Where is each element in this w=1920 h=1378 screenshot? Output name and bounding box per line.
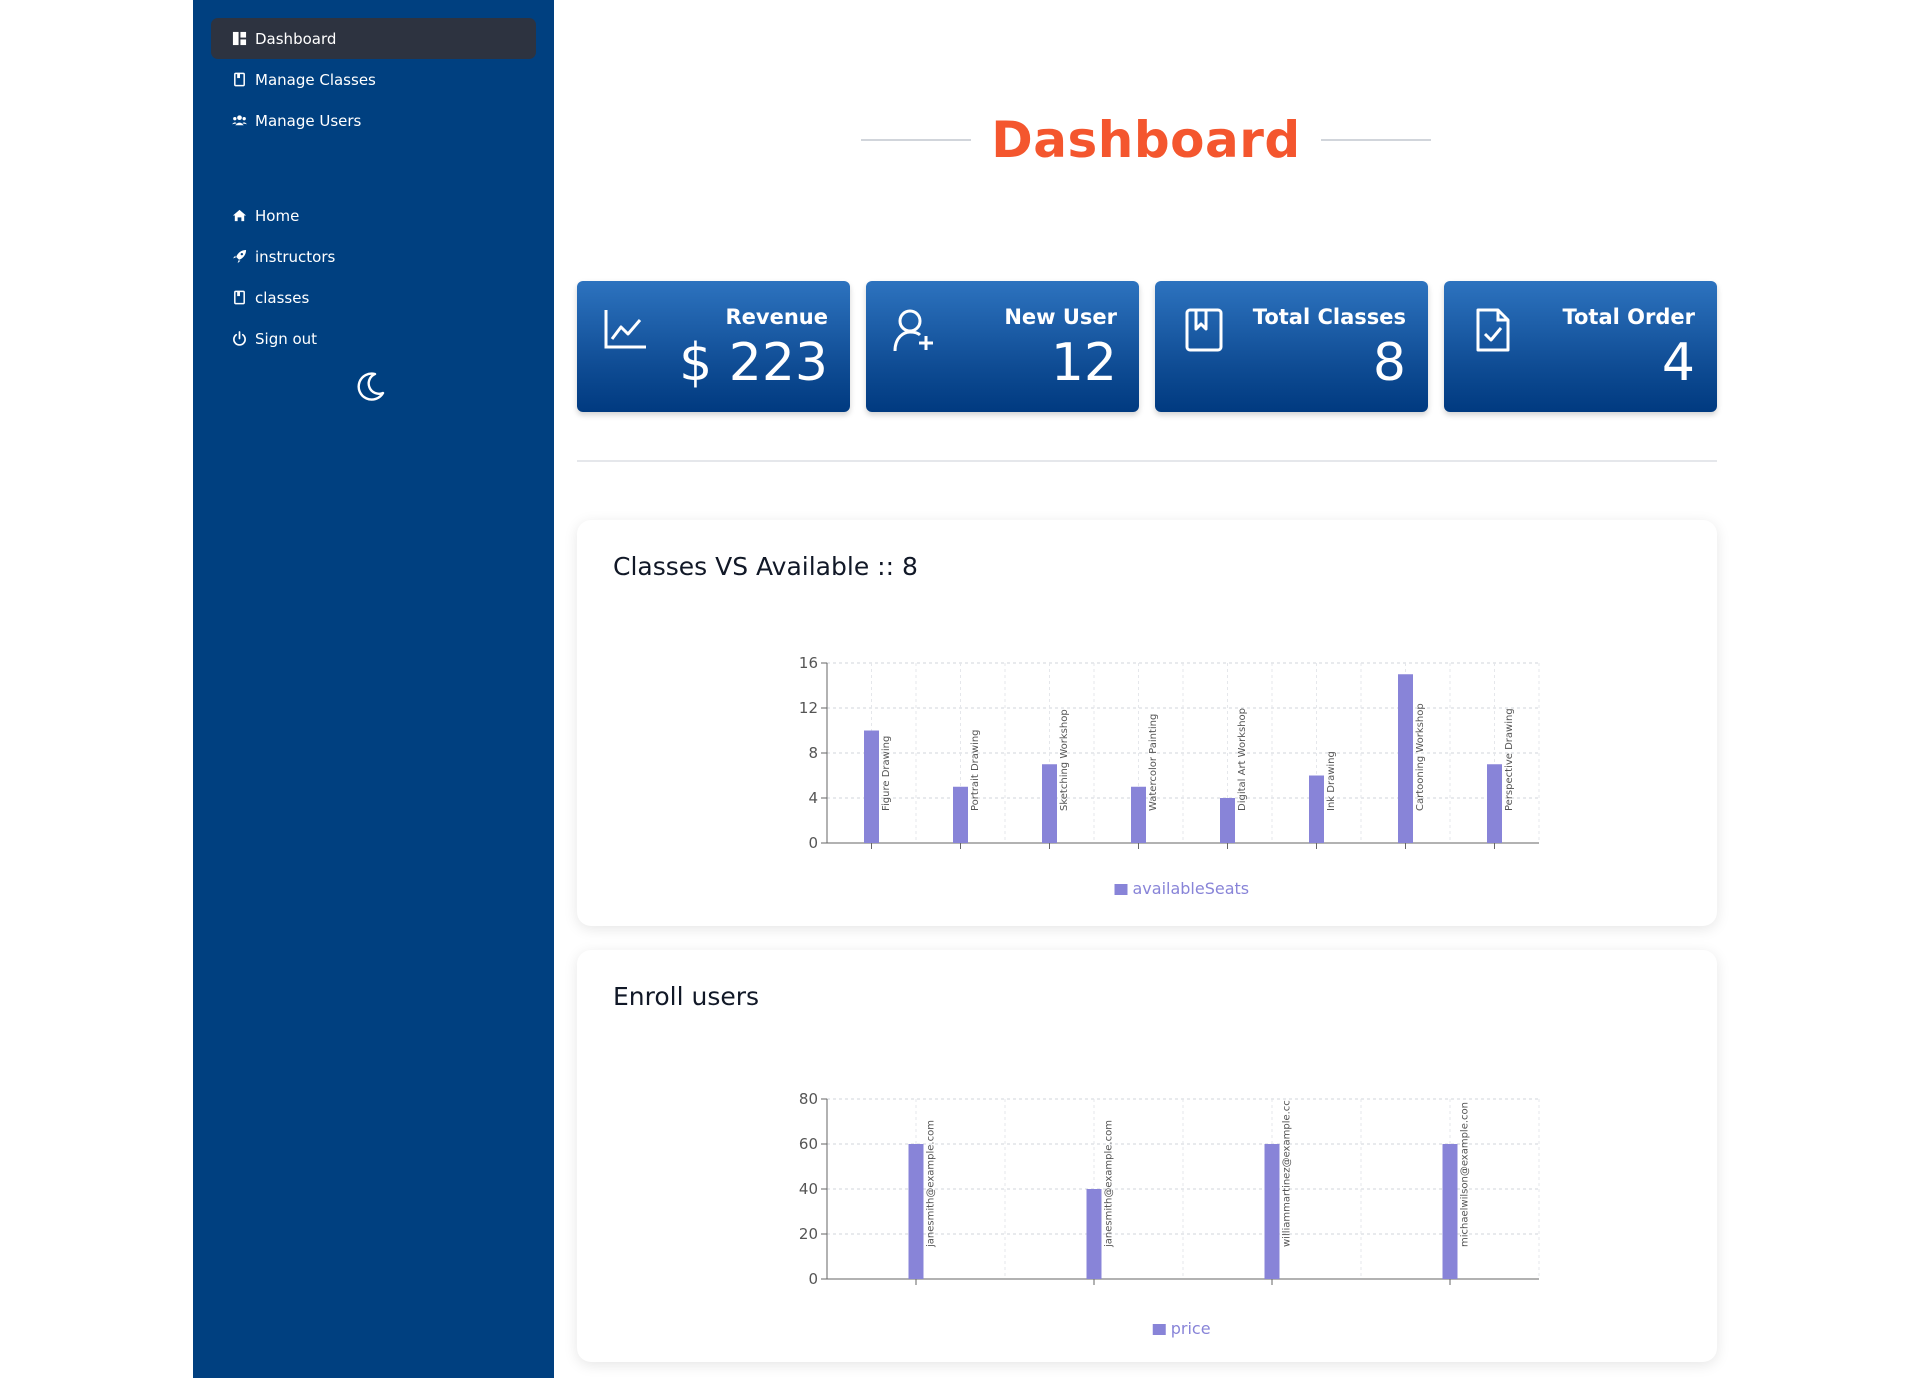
enroll-users-panel: Enroll users 0 20 40 60 80 janesmith@example.… [577,950,1717,1362]
total-classes-card: Total Classes 8 [1155,281,1428,412]
bar [1487,764,1502,843]
category-label: janesmith@example.com [926,1120,937,1248]
sidebar-item-label: Sign out [255,329,318,348]
sidebar: Dashboard Manage Classes Manage Users Ho… [193,0,554,1378]
rocket-icon [229,248,249,266]
bar [864,730,879,843]
card-value: 12 [1050,333,1117,393]
classes-available-panel: Classes VS Available :: 8 0 4 8 12 16 Figure … [577,520,1717,926]
sidebar-bottom-nav: Home instructors classes Sign out [211,195,536,359]
category-label: janesmith@example.com [1104,1120,1115,1248]
section-divider [577,460,1717,462]
sidebar-item-manage-users[interactable]: Manage Users [211,100,536,141]
category-label: Figure Drawing [881,736,892,811]
card-value: 4 [1661,333,1695,393]
y-tick-label: 0 [808,834,818,852]
users-icon [229,112,249,130]
bar [908,1144,924,1279]
y-tick-label: 0 [808,1270,818,1288]
power-icon [229,330,249,348]
sidebar-item-sign-out[interactable]: Sign out [211,318,536,359]
bookmark-book-icon [1181,307,1227,353]
sidebar-item-label: Manage Classes [255,70,376,89]
home-icon [229,207,249,225]
sidebar-item-home[interactable]: Home [211,195,536,236]
category-label: williammartinez@example.cc [1282,1100,1293,1247]
bar [1131,786,1146,843]
legend-label: price [1171,1319,1211,1338]
card-label: Revenue [725,305,829,329]
bar [1264,1144,1280,1279]
category-label: Sketching Workshop [1059,709,1070,811]
page-title: Dashboard [991,111,1301,169]
y-tick-label: 4 [808,789,818,807]
card-value: $ 223 [679,333,828,393]
sidebar-item-dashboard[interactable]: Dashboard [211,18,536,59]
y-tick-label: 80 [799,1090,818,1108]
new-user-card: New User 12 [866,281,1139,412]
y-tick-label: 60 [799,1135,818,1153]
page-title-header: Dashboard [861,110,1431,170]
stat-cards: Revenue $ 223 New User 12 Total Classes … [577,281,1717,412]
main-content: Dashboard Revenue $ 223 New User 12 Tota… [554,0,1920,1378]
legend-swatch [1152,1324,1166,1335]
dashboard-icon [229,30,249,48]
bar [953,786,968,843]
category-label: michaelwilson@example.con [1460,1102,1471,1247]
enroll-users-chart: 0 20 40 60 80 janesmith@example.com janesmith@… [799,1090,1540,1338]
bar [1309,775,1324,843]
card-label: New User [1004,305,1117,329]
sidebar-item-instructors[interactable]: instructors [211,236,536,277]
bar [1086,1189,1102,1279]
sidebar-item-label: Home [255,206,300,225]
total-order-card: Total Order 4 [1444,281,1717,412]
chart-line-icon [603,307,649,353]
sidebar-item-manage-classes[interactable]: Manage Classes [211,59,536,100]
file-check-icon [1470,307,1516,353]
card-label: Total Order [1562,305,1695,329]
sidebar-item-label: Manage Users [255,111,362,130]
sidebar-top-nav: Dashboard Manage Classes Manage Users [211,18,536,141]
sidebar-item-label: classes [255,288,310,307]
moon-icon[interactable] [351,368,389,406]
y-tick-label: 16 [799,654,818,672]
book-icon [229,71,249,89]
sidebar-item-label: instructors [255,247,336,266]
category-label: Portrait Drawing [970,729,981,811]
sidebar-item-classes[interactable]: classes [211,277,536,318]
title-divider-right [1320,139,1431,141]
card-label: Total Classes [1252,305,1406,329]
title-divider-left [861,139,972,141]
bar [1042,764,1057,843]
bar [1398,674,1413,843]
card-value: 8 [1372,333,1406,393]
legend-swatch [1114,884,1128,895]
category-label: Perspective Drawing [1504,708,1515,811]
bar [1220,798,1235,843]
category-label: Ink Drawing [1326,751,1337,811]
book-icon [229,289,249,307]
classes-available-chart: 0 4 8 12 16 Figure Drawing Portrait Drawing Ske… [799,654,1540,898]
category-label: Watercolor Painting [1148,714,1159,811]
category-label: Cartooning Workshop [1415,703,1426,811]
category-label: Digital Art Workshop [1237,708,1248,811]
sidebar-item-label: Dashboard [255,29,337,48]
revenue-card: Revenue $ 223 [577,281,850,412]
y-tick-label: 12 [799,699,818,717]
bar [1442,1144,1458,1279]
y-tick-label: 40 [799,1180,818,1198]
y-tick-label: 8 [808,744,818,762]
user-plus-icon [892,307,938,353]
y-tick-label: 20 [799,1225,818,1243]
legend-label: availableSeats [1133,879,1250,898]
